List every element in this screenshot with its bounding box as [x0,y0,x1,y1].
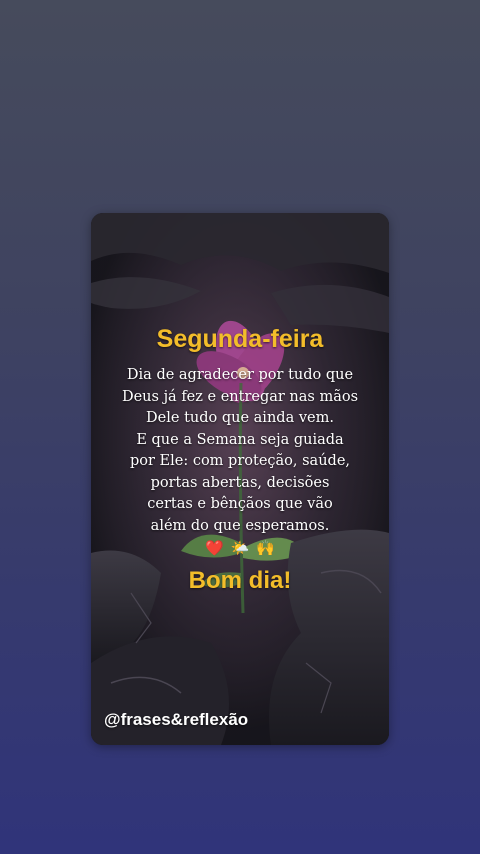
post-title: Segunda-feira [156,325,324,353]
post-card: Segunda-feira Dia de agradecer por tudo … [91,213,389,745]
raised-hands-icon: 🙌 [256,539,275,557]
heart-icon: ❤️ [205,539,224,557]
greeting-text: Bom dia! [188,567,292,594]
emoji-row: ❤️ 🌤️ 🙌 [91,539,389,557]
author-handle: @frases&reflexão [104,710,249,729]
message-line: portas abertas, decisões [150,474,330,491]
message-line: além do que esperamos. [150,517,330,534]
message-line: Deus já fez e entregar nas mãos [121,388,359,405]
message-line: Dia de agradecer por tudo que [126,367,354,383]
message-text: Dia de agradecer por tudo que Deus já fe… [91,365,389,537]
sun-cloud-icon: 🌤️ [230,539,250,557]
message-line: E que a Semana seja guiada [136,431,344,448]
message-line: Dele tudo que ainda vem. [146,410,334,426]
message-line: por Ele: com proteção, saúde, [129,453,351,469]
message-line: certas e bênçãos que vão [147,496,333,512]
